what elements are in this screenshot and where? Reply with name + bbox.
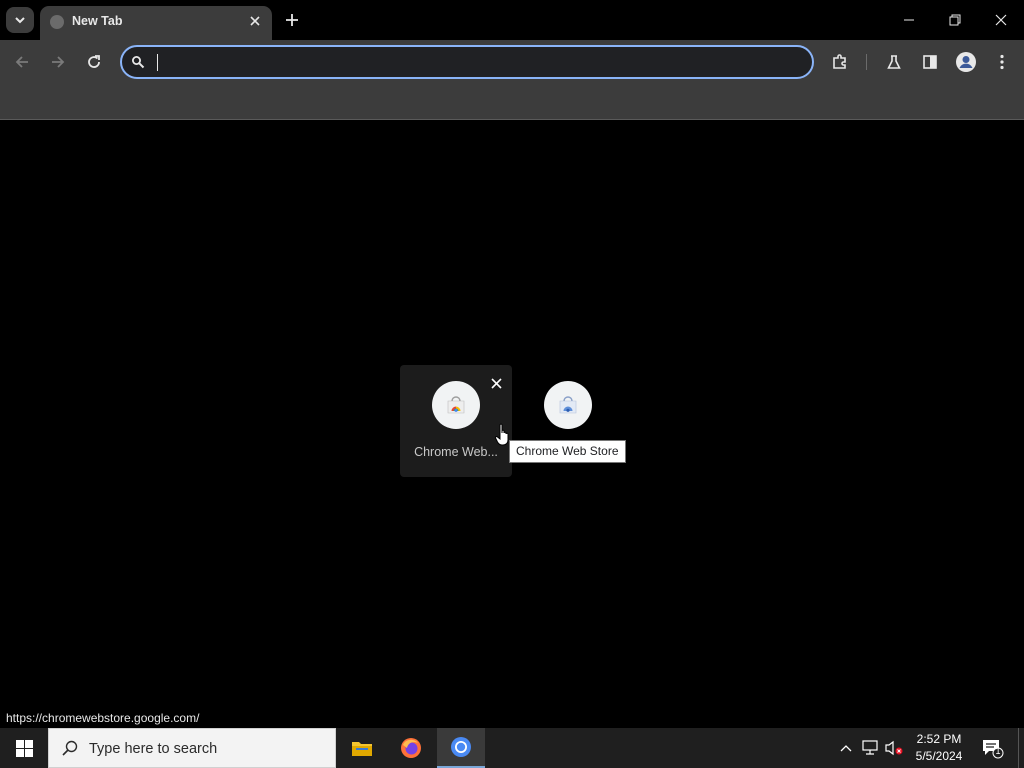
tab-close-button[interactable] [246, 12, 264, 30]
browser-toolbar [0, 40, 1024, 85]
arrow-right-icon [52, 56, 65, 68]
back-button[interactable] [8, 48, 36, 76]
search-icon [62, 740, 78, 756]
puzzle-icon [833, 54, 846, 69]
reload-icon [88, 55, 100, 68]
restore-button[interactable] [932, 0, 978, 40]
firefox-icon [401, 738, 421, 758]
start-button[interactable] [0, 728, 48, 768]
volume-muted-icon[interactable] [884, 738, 904, 758]
network-icon[interactable] [860, 738, 880, 758]
close-icon [490, 377, 502, 389]
status-bar-url: https://chromewebstore.google.com/ [0, 708, 206, 728]
taskbar-chrome[interactable] [437, 728, 485, 768]
taskbar: Type here to search 2:52 PM 5/5/2024 1 [0, 728, 1024, 768]
screen: New Tab Chrome Web... Chrome Web Store h… [0, 0, 1024, 768]
chevron-down-icon [15, 17, 25, 24]
close-icon [250, 16, 260, 26]
minimize-button[interactable] [886, 0, 932, 40]
restore-icon [949, 14, 961, 26]
minimize-icon [904, 19, 914, 21]
close-window-button[interactable] [978, 0, 1024, 40]
globe-icon [50, 15, 64, 29]
chrome-web-store-icon [432, 381, 480, 429]
toolbar-divider [866, 54, 867, 70]
extensions-button[interactable] [826, 48, 854, 76]
tooltip: Chrome Web Store [509, 440, 626, 463]
search-icon [132, 56, 145, 69]
hand-cursor-icon [494, 423, 509, 446]
new-tab-button[interactable] [280, 8, 304, 32]
show-hidden-icons-button[interactable] [836, 738, 856, 758]
windows-logo-icon [15, 739, 33, 757]
taskbar-firefox[interactable] [387, 728, 435, 768]
reload-button[interactable] [80, 48, 108, 76]
side-panel-icon [923, 55, 937, 69]
avatar-icon [956, 52, 976, 72]
forward-button[interactable] [44, 48, 72, 76]
folder-icon [352, 742, 372, 756]
address-bar[interactable] [120, 45, 814, 79]
system-clock[interactable]: 2:52 PM 5/5/2024 [906, 731, 972, 765]
tab-title: New Tab [72, 14, 123, 28]
plus-icon [286, 14, 298, 26]
taskbar-file-explorer[interactable] [338, 728, 386, 768]
web-store-icon [544, 381, 592, 429]
notification-center-button[interactable]: 1 [980, 736, 1004, 760]
bookmarks-bar [0, 85, 1024, 120]
profile-button[interactable] [952, 48, 980, 76]
chrome-icon [451, 737, 471, 757]
text-caret [157, 54, 158, 71]
labs-button[interactable] [880, 48, 908, 76]
taskbar-search-box[interactable]: Type here to search [48, 728, 336, 768]
menu-button[interactable] [988, 48, 1016, 76]
chevron-up-icon [840, 745, 852, 752]
side-panel-button[interactable] [916, 48, 944, 76]
kebab-menu-icon [1000, 54, 1004, 70]
tab-new-tab[interactable]: New Tab [40, 6, 272, 40]
search-placeholder: Type here to search [89, 741, 218, 757]
clock-date: 5/5/2024 [915, 749, 963, 763]
shortcut-label: Chrome Web... [414, 445, 498, 459]
show-desktop-button[interactable] [1018, 728, 1024, 768]
arrow-left-icon [15, 56, 28, 68]
remove-shortcut-button[interactable] [487, 374, 505, 392]
notification-count: 1 [995, 746, 1001, 756]
tab-strip: New Tab [0, 0, 1024, 40]
close-icon [995, 14, 1007, 26]
address-input[interactable] [160, 51, 800, 73]
tab-search-button[interactable] [6, 7, 34, 33]
flask-icon [887, 55, 901, 69]
shortcut-tile-chrome-web-store[interactable]: Chrome Web... [400, 365, 512, 477]
clock-time: 2:52 PM [916, 732, 962, 746]
